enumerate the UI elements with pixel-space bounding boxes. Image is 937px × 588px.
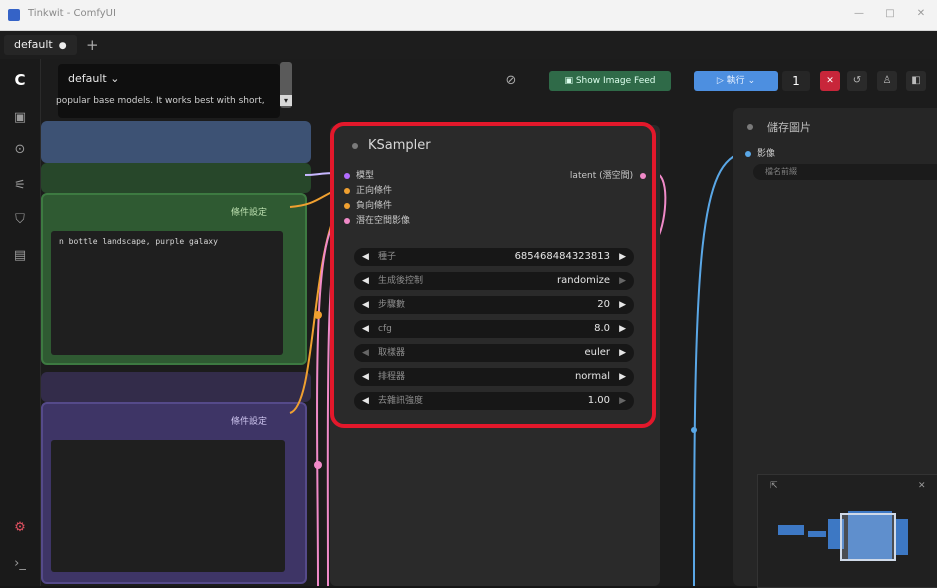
filename-prefix-field[interactable]: 檔名前綴 <box>753 164 937 180</box>
minimap-node <box>778 525 804 535</box>
save-node-title: 儲存圖片 <box>767 121 811 134</box>
minimap-node <box>894 519 908 555</box>
minimap-close-icon[interactable]: ✕ <box>918 481 926 491</box>
input-images[interactable]: 影像 <box>745 146 775 159</box>
minimap-expand-icon[interactable]: ⇱ <box>770 481 778 491</box>
collapse-dot-icon[interactable] <box>747 124 753 130</box>
minimap[interactable]: ⇱ ✕ <box>757 474 937 588</box>
highlight-box <box>330 122 656 428</box>
minimap-node <box>808 531 826 537</box>
minimap-viewport[interactable] <box>840 513 896 561</box>
